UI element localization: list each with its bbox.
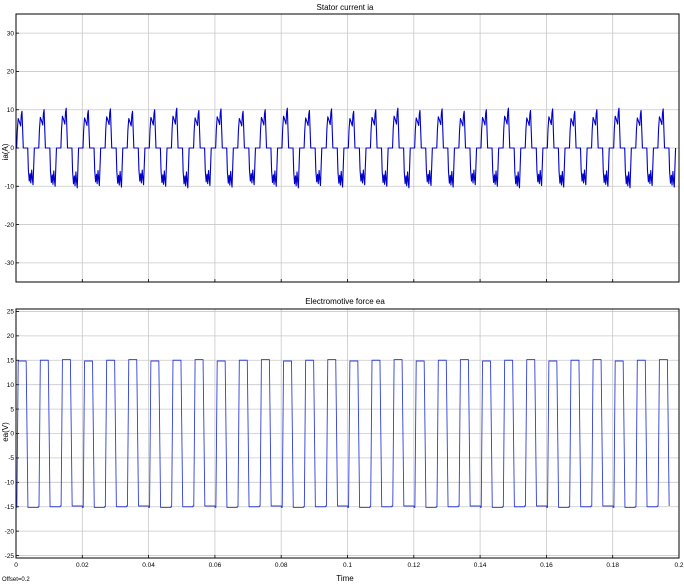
current-tick-labels: -30 -20 -10 0 10 20 30 — [5, 30, 680, 282]
emf-xtick-label: 0.04 — [142, 562, 155, 569]
emf-ytick-label: 25 — [7, 309, 15, 316]
emf-xtick-label: 0.02 — [76, 562, 89, 569]
emf-xtick-label: 0.16 — [540, 562, 553, 569]
current-panel-ylabel: ia(A) — [1, 143, 10, 160]
emf-xtick-label: 0.1 — [343, 562, 352, 569]
x-axis-label: Time — [336, 574, 354, 583]
current-ytick-label: -20 — [5, 222, 15, 229]
emf-tick-labels: -25 -20 -15 -10 -5 0 5 10 15 20 25 0 0.02 0.04 0.06 0.0… — [5, 309, 684, 569]
emf-xtick-label: 0.18 — [606, 562, 619, 569]
current-ytick-label: -30 — [5, 260, 15, 267]
current-ytick-label: 10 — [7, 107, 15, 114]
offset-label: Offset=0.2 — [2, 577, 30, 583]
current-ytick-label: 0 — [10, 145, 14, 152]
emf-ytick-label: -25 — [5, 553, 15, 560]
emf-ytick-label: -20 — [5, 528, 15, 535]
emf-panel-ylabel: ea(V) — [1, 422, 10, 442]
emf-ytick-label: 10 — [7, 382, 15, 389]
current-ytick-label: 30 — [7, 30, 15, 37]
scope-figure: Stator current ia ia(A) -30 -20 -10 0 10 20 30… — [1, 3, 684, 583]
emf-xtick-label: 0 — [14, 562, 18, 569]
current-panel-title: Stator current ia — [317, 3, 374, 12]
emf-xtick-label: 0.06 — [209, 562, 222, 569]
current-series — [16, 107, 677, 189]
emf-ytick-label: 15 — [7, 357, 15, 364]
emf-xtick-label: 0.08 — [275, 562, 288, 569]
emf-ytick-label: 20 — [7, 333, 15, 340]
emf-ytick-label: -15 — [5, 504, 15, 511]
emf-xtick-label: 0.2 — [674, 562, 683, 569]
emf-panel: Electromotive force ea ea(V) -25 -20 -15 -1… — [1, 297, 684, 569]
emf-xtick-label: 0.14 — [474, 562, 487, 569]
emf-ytick-label: 5 — [10, 406, 14, 413]
current-panel: Stator current ia ia(A) -30 -20 -10 0 10 20 30 — [1, 3, 680, 283]
current-ytick-label: -10 — [5, 183, 15, 190]
emf-ytick-label: -5 — [8, 455, 14, 462]
emf-ytick-label: 0 — [10, 431, 14, 438]
current-ytick-label: 20 — [7, 69, 15, 76]
current-waveform-line — [16, 107, 677, 189]
emf-ytick-label: -10 — [5, 480, 15, 487]
emf-xtick-label: 0.12 — [407, 562, 420, 569]
emf-panel-title: Electromotive force ea — [305, 297, 385, 306]
